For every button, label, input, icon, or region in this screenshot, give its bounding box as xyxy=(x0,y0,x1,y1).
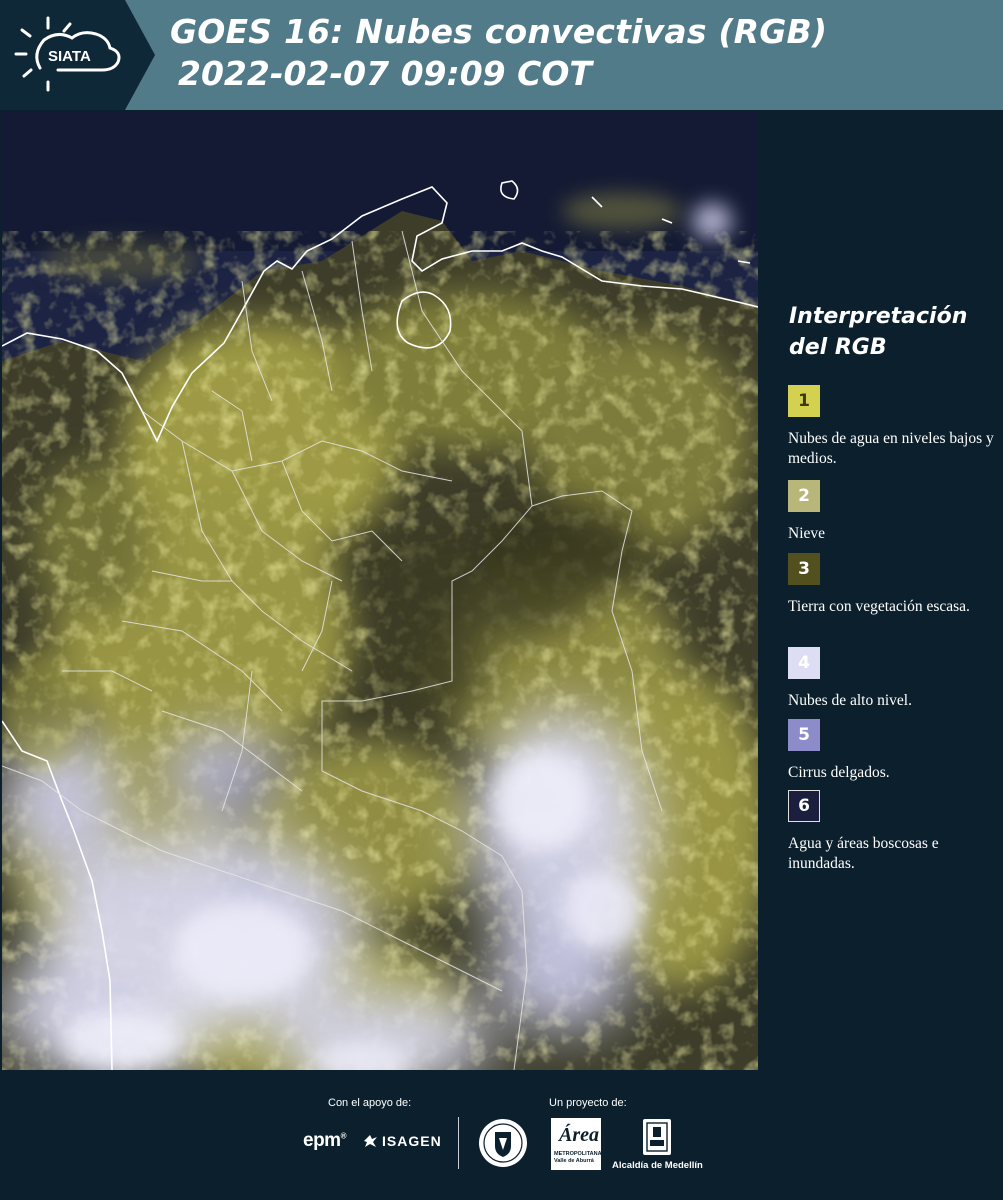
legend-item-3: 3 Tierra con vegetación escasa. xyxy=(788,553,998,617)
siata-logo-text: SIATA xyxy=(48,48,91,65)
legend-label-1: Nubes de agua en niveles bajos y medios. xyxy=(788,430,994,467)
footer-support-label: Con el apoyo de: xyxy=(328,1097,412,1109)
legend-label-4: Nubes de alto nivel. xyxy=(788,692,912,709)
legend-swatch-1: 1 xyxy=(788,385,820,417)
legend-panel: Interpretación del RGB 1 Nubes de agua e… xyxy=(770,111,1003,1070)
legend-item-6: 6 Agua y áreas boscosas e inundadas. xyxy=(788,790,998,874)
legend-swatch-4: 4 xyxy=(788,647,820,679)
area-logo-sub2: Valle de Aburrá xyxy=(554,1158,594,1164)
footer-bar: Con el apoyo de: Un proyecto de: epm® IS… xyxy=(0,1070,1003,1200)
footer-divider xyxy=(458,1117,459,1169)
page-title: GOES 16: Nubes convectivas (RGB) xyxy=(170,12,828,51)
legend-item-1: 1 Nubes de agua en niveles bajos y medio… xyxy=(788,385,998,469)
epm-logo-text: epm xyxy=(303,1130,341,1151)
area-logo-sub1: METROPOLITANA xyxy=(554,1151,602,1157)
satellite-map xyxy=(2,111,758,1070)
university-seal-logo xyxy=(478,1118,528,1173)
alcaldia-text: Alcaldía de Medellín xyxy=(612,1160,703,1171)
isagen-logo: ISAGEN xyxy=(362,1133,442,1149)
isagen-logo-text: ISAGEN xyxy=(382,1133,442,1149)
legend-swatch-6: 6 xyxy=(788,790,820,822)
legend-label-5: Cirrus delgados. xyxy=(788,764,890,781)
legend-item-5: 5 Cirrus delgados. xyxy=(788,719,998,783)
footer-project-label: Un proyecto de: xyxy=(549,1097,627,1109)
isagen-icon xyxy=(364,1135,377,1147)
siata-logo: SIATA xyxy=(0,0,160,110)
legend-swatch-2: 2 xyxy=(788,480,820,512)
legend-label-3: Tierra con vegetación escasa. xyxy=(788,598,970,615)
legend-title: Interpretación del RGB xyxy=(789,304,968,360)
legend-label-2: Nieve xyxy=(788,525,826,542)
legend-item-2: 2 Nieve xyxy=(788,480,998,544)
epm-logo: epm® xyxy=(303,1130,347,1151)
legend-swatch-5: 5 xyxy=(788,719,820,751)
page-timestamp: 2022-02-07 09:09 COT xyxy=(178,54,592,93)
legend-swatch-3: 3 xyxy=(788,553,820,585)
area-logo-name: Área xyxy=(559,1124,599,1146)
area-metropolitana-logo: Área METROPOLITANA Valle de Aburrá xyxy=(551,1118,602,1170)
legend-label-6: Agua y áreas boscosas e inundadas. xyxy=(788,835,939,872)
legend-item-4: 4 Nubes de alto nivel. xyxy=(788,647,998,711)
alcaldia-shield-icon xyxy=(643,1119,671,1155)
header-bar: SIATA GOES 16: Nubes convectivas (RGB) 2… xyxy=(0,0,1003,110)
